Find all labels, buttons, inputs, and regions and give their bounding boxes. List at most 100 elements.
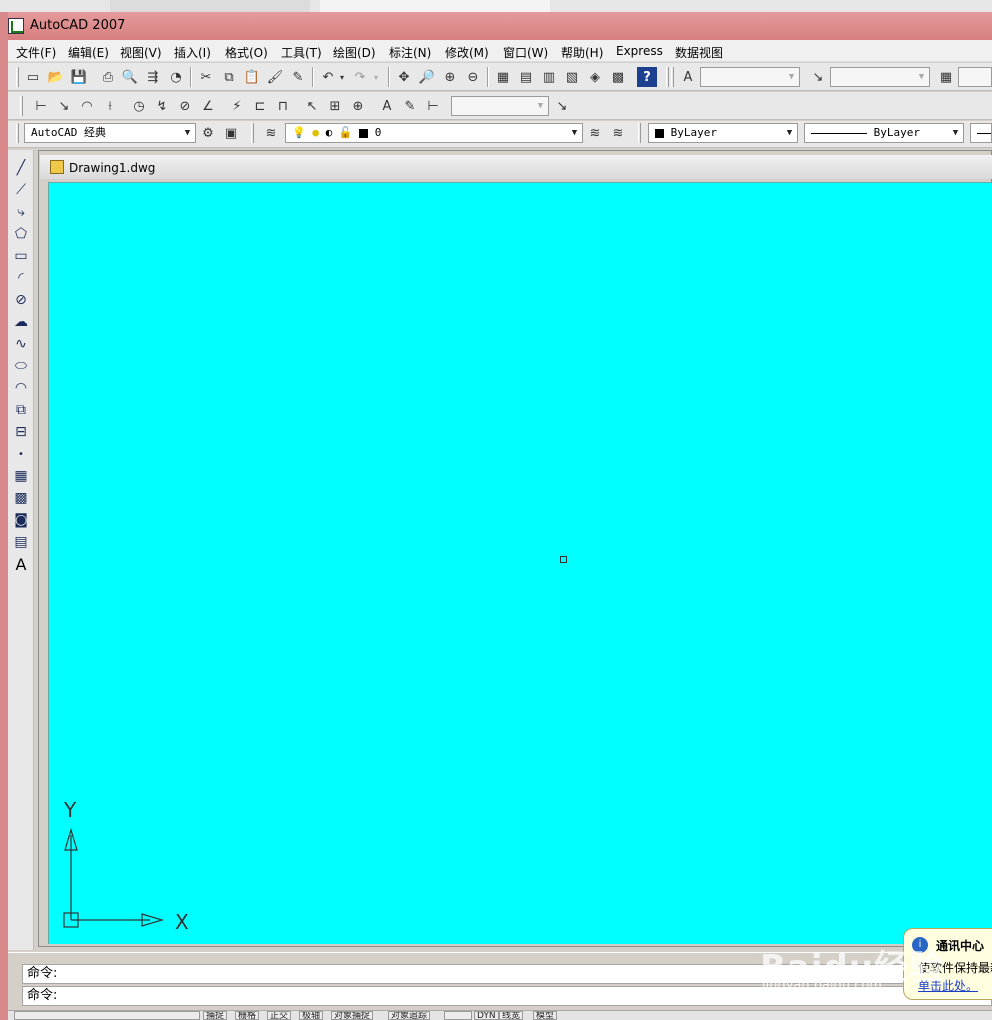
menu-dimension[interactable]: 标注(N): [389, 44, 431, 61]
menu-tools[interactable]: 工具(T): [281, 44, 322, 61]
spline-icon[interactable]: ∿: [11, 334, 31, 354]
linear-dimension-icon[interactable]: ⊢: [31, 96, 51, 116]
point-icon[interactable]: •: [11, 444, 31, 464]
cut-icon[interactable]: ✂: [196, 67, 216, 87]
3d-dwf-icon[interactable]: ◔: [166, 67, 186, 87]
menu-view[interactable]: 视图(V): [120, 44, 162, 61]
dimension-style-combo[interactable]: ▼: [451, 96, 549, 116]
table-style-combo[interactable]: [958, 67, 992, 87]
open-icon[interactable]: 📂: [46, 67, 66, 87]
arc-icon[interactable]: ◜: [11, 268, 31, 288]
dimension-update-icon[interactable]: ⊢: [423, 96, 443, 116]
menu-data-view[interactable]: 数据视图: [675, 44, 723, 61]
polar-toggle[interactable]: 极轴: [299, 1011, 324, 1020]
menu-format[interactable]: 格式(O): [225, 44, 268, 61]
dim-style-icon[interactable]: ↘: [808, 67, 828, 87]
menu-express[interactable]: Express: [616, 44, 663, 58]
ordinate-icon[interactable]: ⟊: [100, 96, 120, 116]
toolbar-grip[interactable]: [16, 123, 19, 143]
menu-help[interactable]: 帮助(H): [561, 44, 603, 61]
hatch-icon[interactable]: ▦: [11, 466, 31, 486]
make-current-layer-icon[interactable]: ≋: [585, 123, 605, 143]
window-titlebar[interactable]: [0, 12, 992, 40]
ellipse-arc-icon[interactable]: ◠: [11, 378, 31, 398]
print-icon[interactable]: ⎙: [98, 67, 118, 87]
continue-icon[interactable]: ⊓: [273, 96, 293, 116]
polygon-icon[interactable]: ⬠: [11, 224, 31, 244]
dim-style-combo[interactable]: ▼: [830, 67, 930, 87]
drawing-titlebar[interactable]: [40, 155, 992, 179]
region-icon[interactable]: ◙: [11, 510, 31, 530]
paste-icon[interactable]: 📋: [242, 67, 262, 87]
lineweight-toggle[interactable]: 线宽: [499, 1011, 524, 1020]
polyline-icon[interactable]: ⤷: [11, 202, 31, 222]
toolbar-grip[interactable]: [16, 67, 19, 87]
angular-icon[interactable]: ∠: [198, 96, 218, 116]
quick-dimension-icon[interactable]: ⚡: [227, 96, 247, 116]
layer-previous-icon[interactable]: ≋: [608, 123, 628, 143]
workspace-settings-icon[interactable]: ⚙: [198, 123, 218, 143]
markup-icon[interactable]: ◈: [585, 67, 605, 87]
redo-dropdown-icon[interactable]: ▾: [370, 67, 382, 87]
sheet-set-icon[interactable]: ▧: [562, 67, 582, 87]
layer-combo[interactable]: 💡 ● ◐ 🔓 0 ▼: [285, 123, 583, 143]
osnap-toggle[interactable]: 对象捕捉: [331, 1011, 374, 1020]
print-preview-icon[interactable]: 🔍: [120, 67, 140, 87]
drawing-file-icon[interactable]: [50, 160, 64, 174]
undo-dropdown-icon[interactable]: ▾: [336, 67, 348, 87]
tolerance-icon[interactable]: ⊞: [325, 96, 345, 116]
multiline-text-icon[interactable]: A: [11, 554, 31, 574]
toolbar-grip[interactable]: [666, 67, 669, 87]
calculator-icon[interactable]: ▩: [608, 67, 628, 87]
zoom-realtime-icon[interactable]: 🔎: [417, 67, 437, 87]
table-icon[interactable]: ▤: [11, 532, 31, 552]
design-center-icon[interactable]: ▤: [516, 67, 536, 87]
save-icon[interactable]: 💾: [69, 67, 89, 87]
dyn-toggle[interactable]: DYN: [474, 1011, 499, 1020]
toolbar-grip[interactable]: [251, 123, 254, 143]
text-style-combo[interactable]: ▼: [700, 67, 800, 87]
help-icon[interactable]: ?: [637, 67, 657, 87]
menu-edit[interactable]: 编辑(E): [68, 44, 109, 61]
toolbar-grip[interactable]: [20, 96, 23, 116]
lineweight-combo[interactable]: [970, 123, 992, 143]
autocad-app-icon[interactable]: [8, 18, 24, 34]
new-icon[interactable]: ▭: [23, 67, 43, 87]
toolbar-grip[interactable]: [638, 123, 641, 143]
match-properties-icon[interactable]: 🖌: [265, 67, 285, 87]
block-editor-icon[interactable]: ✎: [288, 67, 308, 87]
workspace-combo[interactable]: AutoCAD 经典 ▼: [24, 123, 196, 143]
dimension-edit-icon[interactable]: A: [377, 96, 397, 116]
otrack-toggle[interactable]: 对象追踪: [388, 1011, 431, 1020]
menu-window[interactable]: 窗口(W): [503, 44, 548, 61]
table-style-icon[interactable]: ▦: [936, 67, 956, 87]
coordinates-readout[interactable]: [14, 1011, 200, 1020]
zoom-previous-icon[interactable]: ⊖: [463, 67, 483, 87]
layer-properties-icon[interactable]: ≋: [261, 123, 281, 143]
color-combo[interactable]: ByLayer ▼: [648, 123, 798, 143]
rectangle-icon[interactable]: ▭: [11, 246, 31, 266]
revision-cloud-icon[interactable]: ☁: [11, 312, 31, 332]
insert-block-icon[interactable]: ⧉: [11, 400, 31, 420]
dimension-text-edit-icon[interactable]: ✎: [400, 96, 420, 116]
arc-length-icon[interactable]: ◠: [77, 96, 97, 116]
toolbar-grip[interactable]: [671, 67, 674, 87]
jogged-icon[interactable]: ↯: [152, 96, 172, 116]
circle-icon[interactable]: ⊘: [11, 290, 31, 310]
properties-icon[interactable]: ▦: [493, 67, 513, 87]
publish-icon[interactable]: ⇶: [143, 67, 163, 87]
text-style-icon[interactable]: A: [678, 67, 698, 87]
quick-leader-icon[interactable]: ↖: [302, 96, 322, 116]
tool-palettes-icon[interactable]: ▥: [539, 67, 559, 87]
make-block-icon[interactable]: ⊟: [11, 422, 31, 442]
grid-toggle[interactable]: 栅格: [235, 1011, 260, 1020]
zoom-window-icon[interactable]: ⊕: [440, 67, 460, 87]
ducs-toggle[interactable]: [444, 1011, 472, 1020]
gradient-icon[interactable]: ▩: [11, 488, 31, 508]
menu-file[interactable]: 文件(F): [16, 44, 56, 61]
ellipse-icon[interactable]: ⬭: [11, 356, 31, 376]
pan-icon[interactable]: ✥: [394, 67, 414, 87]
save-workspace-icon[interactable]: ▣: [221, 123, 241, 143]
aligned-dimension-icon[interactable]: ↘: [54, 96, 74, 116]
menu-modify[interactable]: 修改(M): [445, 44, 489, 61]
